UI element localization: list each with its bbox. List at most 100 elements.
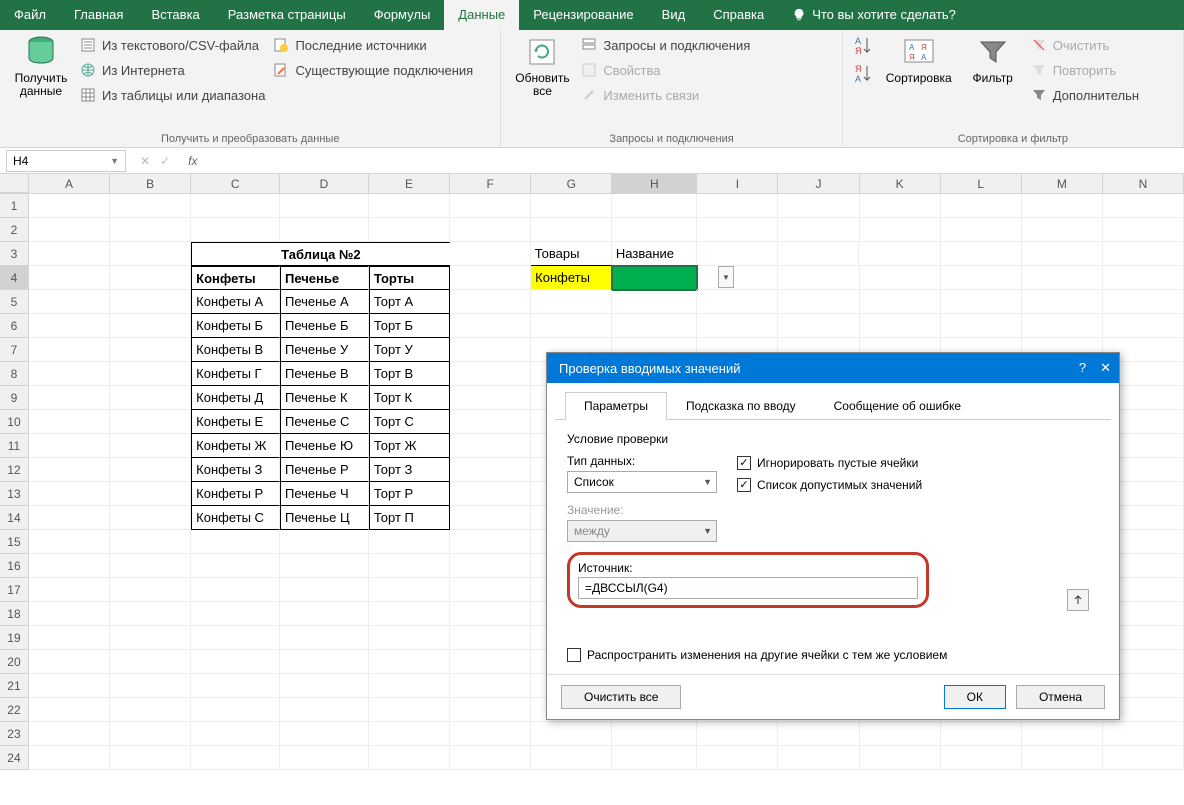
row-header[interactable]: 21 bbox=[0, 674, 29, 698]
cell[interactable] bbox=[697, 242, 778, 266]
cell[interactable] bbox=[1022, 218, 1103, 242]
cell[interactable] bbox=[369, 530, 450, 554]
cell[interactable] bbox=[450, 458, 531, 482]
cell[interactable] bbox=[191, 194, 280, 218]
col-header[interactable]: A bbox=[29, 174, 110, 193]
cell[interactable] bbox=[29, 386, 110, 410]
cell[interactable]: Торт П bbox=[369, 506, 450, 530]
cell[interactable] bbox=[191, 218, 280, 242]
cell[interactable] bbox=[450, 482, 531, 506]
cell[interactable] bbox=[1103, 722, 1184, 746]
cell[interactable] bbox=[29, 314, 110, 338]
tab-insert[interactable]: Вставка bbox=[137, 0, 213, 30]
cell[interactable] bbox=[941, 746, 1022, 770]
row-header[interactable]: 19 bbox=[0, 626, 29, 650]
get-data-button[interactable]: Получить данные bbox=[10, 34, 72, 131]
cell[interactable] bbox=[531, 194, 612, 218]
validation-dropdown-icon[interactable]: ▼ bbox=[718, 266, 734, 288]
cell[interactable] bbox=[778, 218, 859, 242]
type-select[interactable]: Список▼ bbox=[567, 471, 717, 493]
cell[interactable] bbox=[941, 194, 1022, 218]
col-header[interactable]: F bbox=[450, 174, 531, 193]
tab-review[interactable]: Рецензирование bbox=[519, 0, 647, 30]
cell[interactable] bbox=[941, 314, 1022, 338]
row-header[interactable]: 14 bbox=[0, 506, 29, 530]
cell[interactable] bbox=[1103, 290, 1184, 314]
cell[interactable] bbox=[369, 698, 450, 722]
cell[interactable] bbox=[280, 602, 369, 626]
cell[interactable] bbox=[29, 242, 110, 266]
cell[interactable] bbox=[280, 626, 369, 650]
clear-filter-button[interactable]: Очистить bbox=[1031, 34, 1139, 56]
cell[interactable] bbox=[369, 746, 450, 770]
cell[interactable] bbox=[778, 722, 859, 746]
cell[interactable] bbox=[110, 218, 191, 242]
row-header[interactable]: 18 bbox=[0, 602, 29, 626]
cell[interactable] bbox=[110, 338, 191, 362]
cell[interactable]: Торт Б bbox=[369, 314, 450, 338]
tab-file[interactable]: Файл bbox=[0, 0, 60, 30]
recent-sources-button[interactable]: Последние источники bbox=[273, 34, 473, 56]
cell[interactable] bbox=[29, 194, 110, 218]
cell[interactable] bbox=[110, 602, 191, 626]
cancel-formula-icon[interactable]: ✕ bbox=[140, 154, 150, 168]
tab-error-alert[interactable]: Сообщение об ошибке bbox=[815, 392, 980, 420]
cell[interactable] bbox=[29, 746, 110, 770]
cell[interactable] bbox=[450, 290, 531, 314]
cell[interactable] bbox=[1103, 266, 1184, 290]
col-header[interactable]: D bbox=[280, 174, 369, 193]
row-header[interactable]: 11 bbox=[0, 434, 29, 458]
cell[interactable] bbox=[29, 218, 110, 242]
cell[interactable] bbox=[29, 266, 110, 290]
row-header[interactable]: 7 bbox=[0, 338, 29, 362]
row-header[interactable]: 1 bbox=[0, 194, 29, 218]
cell[interactable] bbox=[191, 650, 280, 674]
tab-input-message[interactable]: Подсказка по вводу bbox=[667, 392, 815, 420]
cell[interactable] bbox=[697, 722, 778, 746]
col-header[interactable]: K bbox=[860, 174, 941, 193]
cell[interactable] bbox=[531, 722, 612, 746]
in-cell-dropdown-checkbox[interactable]: ✓Список допустимых значений bbox=[737, 478, 922, 492]
range-picker-button[interactable] bbox=[1067, 589, 1089, 611]
cell[interactable] bbox=[110, 746, 191, 770]
cell[interactable] bbox=[531, 746, 612, 770]
cell[interactable] bbox=[29, 722, 110, 746]
refresh-all-button[interactable]: Обновить все bbox=[511, 34, 573, 131]
select-all-corner[interactable] bbox=[0, 174, 29, 193]
cell[interactable] bbox=[29, 434, 110, 458]
cell[interactable]: Конфеты Е bbox=[191, 410, 280, 434]
cell[interactable] bbox=[450, 242, 531, 266]
row-header[interactable]: 5 bbox=[0, 290, 29, 314]
cell[interactable] bbox=[280, 746, 369, 770]
clear-all-button[interactable]: Очистить все bbox=[561, 685, 681, 709]
cell[interactable] bbox=[860, 722, 941, 746]
cell[interactable] bbox=[450, 746, 531, 770]
cell[interactable] bbox=[450, 386, 531, 410]
row-header[interactable]: 6 bbox=[0, 314, 29, 338]
cell[interactable] bbox=[450, 602, 531, 626]
tell-me-search[interactable]: Что вы хотите сделать? bbox=[778, 0, 970, 30]
row-header[interactable]: 12 bbox=[0, 458, 29, 482]
cell[interactable] bbox=[29, 602, 110, 626]
tab-page-layout[interactable]: Разметка страницы bbox=[214, 0, 360, 30]
cell[interactable] bbox=[110, 674, 191, 698]
cell[interactable] bbox=[941, 266, 1022, 290]
cell[interactable] bbox=[29, 506, 110, 530]
cell[interactable] bbox=[110, 362, 191, 386]
cell[interactable] bbox=[110, 242, 191, 266]
cell[interactable] bbox=[29, 482, 110, 506]
cell[interactable] bbox=[1103, 746, 1184, 770]
cell[interactable] bbox=[450, 218, 531, 242]
cell[interactable] bbox=[450, 506, 531, 530]
cell[interactable] bbox=[191, 554, 280, 578]
cell[interactable] bbox=[29, 338, 110, 362]
cell[interactable] bbox=[191, 602, 280, 626]
cell[interactable] bbox=[110, 554, 191, 578]
cell[interactable]: Конфеты Р bbox=[191, 482, 280, 506]
cell[interactable]: Печенье В bbox=[280, 362, 369, 386]
cell[interactable] bbox=[369, 554, 450, 578]
cell[interactable] bbox=[110, 626, 191, 650]
cell[interactable] bbox=[450, 626, 531, 650]
cell[interactable] bbox=[110, 482, 191, 506]
cell[interactable] bbox=[29, 578, 110, 602]
